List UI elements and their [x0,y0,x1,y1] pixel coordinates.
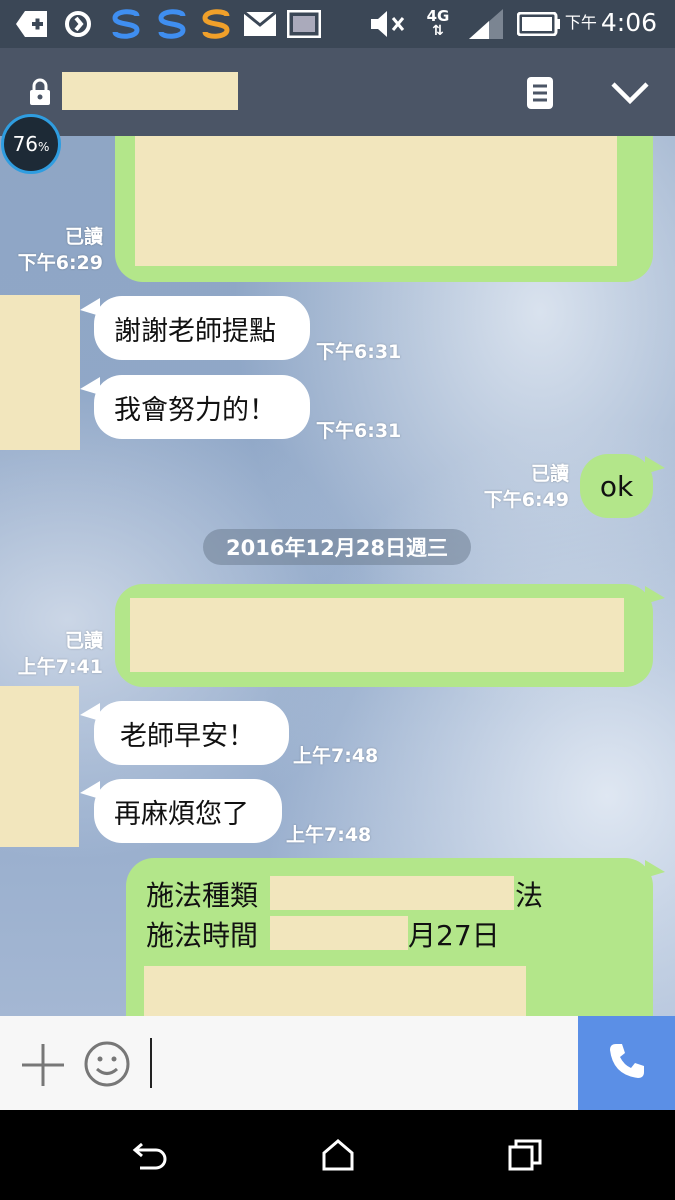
bubble-tail [645,586,665,604]
message-input-bar [0,1016,675,1110]
redacted-chat-name [62,72,238,110]
message-line-label: 施法時間 [146,919,259,952]
incoming-message-bubble[interactable]: 謝謝老師提點 [94,296,310,360]
message-time: 上午7:48 [286,824,372,846]
message-text: 謝謝老師提點 [114,315,276,347]
chat-area[interactable]: 已讀 下午6:29 謝謝老師提點 下午6:31 我會努力的！ 下午6:31 已讀… [0,136,675,1016]
redacted-message-content [144,966,526,1016]
message-time: 上午7:48 [293,745,379,767]
message-line-suffix: 法 [515,879,544,912]
chevron-down-icon[interactable] [610,80,650,110]
status-clock: 下午 4:06 [565,8,657,37]
battery-percent: 76 [12,132,39,156]
outgoing-message-bubble[interactable] [115,584,653,687]
outgoing-message-bubble[interactable]: ok [580,454,653,518]
incoming-message-bubble[interactable]: 再麻煩您了 [94,779,282,843]
network-type-label: 4G [426,7,450,25]
message-line-suffix: 月27日 [408,919,500,952]
image-icon [286,8,322,40]
navigation-bar [0,1110,675,1200]
home-icon[interactable] [321,1138,355,1176]
message-time: 下午6:31 [316,420,402,442]
network-4g-indicator: 4G ⇅ [426,7,450,39]
redacted-text [270,876,514,910]
add-notification-icon [14,8,50,40]
message-line-label: 施法種類 [146,879,259,912]
message-meta: 已讀 上午7:41 [18,628,103,680]
message-text: ok [599,469,634,503]
call-button[interactable] [578,1016,675,1110]
read-receipt: 已讀 [64,630,103,652]
chat-header [0,48,675,136]
app-s-blue-icon-2 [152,8,192,40]
signal-icon [466,8,506,40]
phone-icon [607,1041,647,1085]
mute-icon [368,8,408,40]
redacted-avatar[interactable] [0,686,79,847]
mail-icon [242,8,278,40]
read-receipt: 已讀 [530,463,569,485]
recents-icon[interactable] [507,1138,543,1176]
message-time: 下午6:29 [17,252,103,274]
message-time: 下午6:31 [316,341,402,363]
clock-period: 下午 [564,13,597,32]
sync-icon [60,8,96,40]
menu-icon[interactable] [525,76,555,114]
lock-icon [28,78,52,110]
back-icon[interactable] [132,1140,168,1176]
redacted-text [270,916,408,950]
message-time: 下午6:49 [483,489,569,511]
message-time: 上午7:41 [17,656,103,678]
battery-icon [516,8,562,40]
redacted-message-content [130,598,624,672]
message-text-field[interactable] [150,1038,152,1088]
date-separator: 2016年12月28日週三 [203,529,471,565]
redacted-message-content [135,136,617,266]
bubble-tail [645,860,665,878]
outgoing-message-bubble[interactable] [115,136,653,282]
message-meta: 已讀 下午6:29 [18,224,103,276]
message-text: 我會努力的！ [114,394,276,426]
plus-icon[interactable] [20,1042,66,1092]
app-s-blue-icon-1 [106,8,146,40]
clock-time: 4:06 [600,8,657,37]
redacted-avatar[interactable] [0,295,80,450]
message-text: 老師早安！ [120,720,255,752]
app-s-orange-icon [196,8,236,40]
message-text: 再麻煩您了 [114,798,249,830]
status-bar: 4G ⇅ 下午 4:06 [0,0,675,48]
bubble-tail [645,456,665,474]
message-meta: 已讀 下午6:49 [484,461,569,513]
outgoing-message-bubble[interactable]: 施法種類 法 施法時間 月27日 [126,858,653,1016]
battery-percent-unit: % [38,140,50,154]
battery-overlay-widget[interactable]: 76% [1,114,61,174]
incoming-message-bubble[interactable]: 我會努力的！ [94,375,310,439]
emoji-icon[interactable] [83,1040,131,1092]
incoming-message-bubble[interactable]: 老師早安！ [94,701,289,765]
read-receipt: 已讀 [64,226,103,248]
